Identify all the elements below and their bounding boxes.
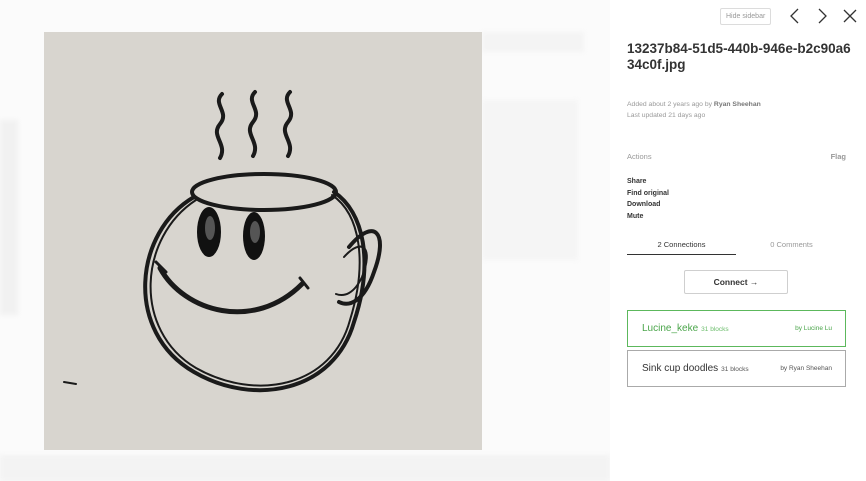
download-action[interactable]: Download: [627, 199, 669, 211]
added-prefix: Added about 2 years ago by: [627, 101, 714, 108]
channel-name-wrap: Lucine_keke 31 blocks: [642, 311, 729, 347]
actions-header: Actions Flag: [627, 152, 846, 161]
channel-block-count: 31 blocks: [721, 366, 749, 373]
close-icon[interactable]: [840, 6, 860, 26]
find-original-action[interactable]: Find original: [627, 188, 669, 200]
channel-name-wrap: Sink cup doodles 31 blocks: [642, 351, 749, 387]
block-image: [44, 32, 482, 450]
mute-action[interactable]: Mute: [627, 211, 669, 223]
tab-comments[interactable]: 0 Comments: [737, 238, 846, 251]
channel-owner: by Ryan Sheehan: [780, 365, 832, 372]
sidebar: Hide sidebar 13237b84-51d5-440b-946e-b2c…: [610, 0, 866, 481]
block-meta: Added about 2 years ago by Ryan Sheehan …: [627, 99, 761, 121]
backdrop-shape: [0, 455, 610, 481]
channel-name: Sink cup doodles: [642, 363, 719, 374]
hide-sidebar-button[interactable]: Hide sidebar: [720, 8, 772, 25]
block-title: 13237b84-51d5-440b-946e-b2c90a634c0f.jpg: [627, 41, 851, 72]
channel-card[interactable]: Sink cup doodles 31 blocks by Ryan Sheeha…: [627, 350, 846, 387]
backdrop-shape: [482, 100, 578, 260]
added-by-user[interactable]: Ryan Sheehan: [714, 101, 761, 108]
connect-button[interactable]: Connect →: [684, 270, 788, 294]
actions-label: Actions: [627, 152, 652, 161]
chevron-right-icon[interactable]: [812, 6, 832, 26]
channel-card[interactable]: Lucine_keke 31 blocks by Lucine Lu: [627, 310, 846, 347]
tab-connections[interactable]: 2 Connections: [627, 238, 736, 255]
share-action[interactable]: Share: [627, 176, 669, 188]
chevron-left-icon[interactable]: [785, 6, 805, 26]
flag-button[interactable]: Flag: [831, 152, 846, 161]
tabs: 2 Connections 0 Comments: [627, 238, 846, 255]
channel-name: Lucine_keke: [642, 323, 699, 334]
channel-owner: by Lucine Lu: [795, 325, 832, 332]
cup-doodle-image: [44, 32, 482, 450]
action-list: Share Find original Download Mute: [627, 176, 669, 222]
last-updated: Last updated 21 days ago: [627, 112, 706, 119]
backdrop-shape: [482, 32, 584, 52]
channel-block-count: 31 blocks: [701, 326, 729, 333]
added-info: Added about 2 years ago by Ryan Sheehan: [627, 99, 761, 110]
backdrop-shape: [0, 120, 18, 315]
